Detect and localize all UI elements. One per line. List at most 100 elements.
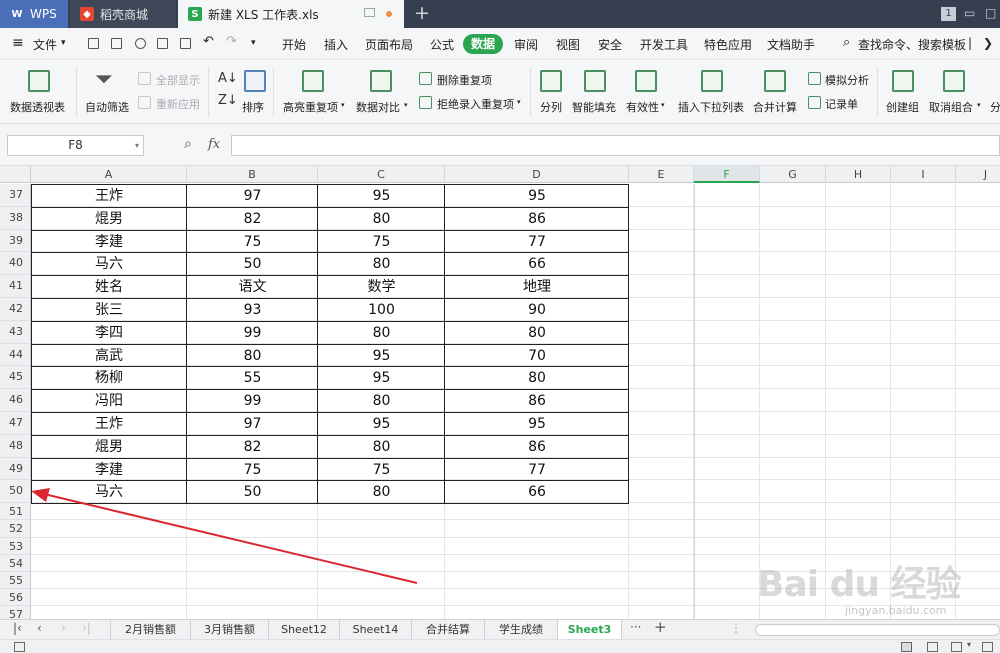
column-header-j[interactable]: J xyxy=(956,166,1000,183)
grid-cell[interactable] xyxy=(629,434,694,458)
first-sheet-icon[interactable]: |‹ xyxy=(13,621,22,635)
data-compare-button[interactable]: 数据对比 xyxy=(356,99,400,115)
grid-cell[interactable] xyxy=(445,503,629,521)
column-header-b[interactable]: B xyxy=(187,166,318,183)
grid-cell[interactable] xyxy=(956,366,1000,390)
grid-cell[interactable] xyxy=(760,298,826,321)
row-header[interactable]: 53 xyxy=(0,537,31,555)
row-header[interactable]: 47 xyxy=(0,412,31,435)
sheet-tab-sheet14[interactable]: Sheet14 xyxy=(340,620,412,639)
grid-cell[interactable] xyxy=(445,554,629,572)
grid-cell[interactable] xyxy=(760,457,826,481)
chevron-right-icon[interactable]: ❯ xyxy=(983,36,993,50)
table-cell-b[interactable]: 97 xyxy=(187,186,318,207)
grid-cell[interactable] xyxy=(956,207,1000,230)
insert-dropdown-button[interactable]: 插入下拉列表 xyxy=(678,99,744,115)
grid-cell[interactable] xyxy=(760,503,826,521)
grid-cell[interactable] xyxy=(318,520,445,538)
table-cell-b[interactable]: 82 xyxy=(187,437,318,458)
grid-cell[interactable] xyxy=(760,229,826,253)
grid-cell[interactable] xyxy=(956,589,1000,607)
more-sheets-icon[interactable]: ··· xyxy=(630,620,641,634)
table-cell-b[interactable]: 93 xyxy=(187,300,318,321)
sort-button[interactable]: 排序 xyxy=(242,99,264,115)
last-sheet-icon[interactable]: ›| xyxy=(82,621,91,635)
column-header-g[interactable]: G xyxy=(760,166,826,183)
row-header[interactable]: 52 xyxy=(0,520,31,538)
grid-cell[interactable] xyxy=(826,434,891,458)
table-cell-d[interactable]: 95 xyxy=(445,186,629,207)
table-cell-d[interactable]: 70 xyxy=(445,346,629,367)
grid-cell[interactable] xyxy=(629,389,694,412)
chevron-down-icon[interactable]: ▾ xyxy=(517,98,521,106)
save-icon[interactable] xyxy=(111,38,122,49)
menu-page-layout[interactable]: 页面布局 xyxy=(365,36,413,53)
grid-cell[interactable] xyxy=(826,366,891,390)
chevron-down-icon[interactable]: ▾ xyxy=(341,101,345,109)
grid-cell[interactable] xyxy=(760,389,826,412)
grid-cell[interactable] xyxy=(760,480,826,504)
grid-cell[interactable] xyxy=(826,412,891,435)
macro-record-icon[interactable] xyxy=(14,642,25,652)
grid-cell[interactable] xyxy=(956,252,1000,276)
table-cell-b[interactable]: 97 xyxy=(187,414,318,435)
grid-cell[interactable] xyxy=(629,184,694,207)
row-header[interactable]: 48 xyxy=(0,434,31,458)
grid-cell[interactable] xyxy=(629,252,694,276)
reading-mode-icon[interactable] xyxy=(982,642,993,652)
grid-cell[interactable] xyxy=(956,520,1000,538)
table-cell-b[interactable]: 80 xyxy=(187,346,318,367)
row-header[interactable]: 39 xyxy=(0,229,31,253)
grid-cell[interactable] xyxy=(891,298,956,321)
grid-cell[interactable] xyxy=(891,434,956,458)
menu-review[interactable]: 审阅 xyxy=(514,36,538,53)
grid-cell[interactable] xyxy=(956,321,1000,344)
tab-document[interactable]: S 新建 XLS 工作表.xls xyxy=(178,0,404,28)
grid-cell[interactable] xyxy=(826,275,891,298)
hamburger-menu-icon[interactable]: ≡ xyxy=(12,35,24,51)
tab-wps[interactable]: W WPS xyxy=(0,0,68,28)
sort-descending-icon[interactable]: Z↓ xyxy=(218,93,238,108)
grid-cell[interactable] xyxy=(956,184,1000,207)
table-cell-c[interactable]: 95 xyxy=(318,414,445,435)
grid-cell[interactable] xyxy=(318,554,445,572)
page-break-view-icon[interactable] xyxy=(951,642,962,652)
sheet-tab-feb-sales[interactable]: 2月销售额 xyxy=(110,620,191,639)
table-cell-a[interactable]: 冯阳 xyxy=(31,391,187,412)
row-header[interactable]: 45 xyxy=(0,366,31,390)
table-cell-d[interactable]: 90 xyxy=(445,300,629,321)
table-cell-d[interactable]: 86 xyxy=(445,437,629,458)
grid-cell[interactable] xyxy=(629,366,694,390)
table-cell-b[interactable]: 语文 xyxy=(187,277,318,298)
table-cell-a[interactable]: 李四 xyxy=(31,323,187,344)
grid-cell[interactable] xyxy=(891,343,956,367)
reject-duplicates-button[interactable]: 拒绝录入重复项 xyxy=(437,96,514,112)
table-cell-d[interactable]: 80 xyxy=(445,323,629,344)
grid-cell[interactable] xyxy=(956,435,1000,458)
sheet-tab-merged-settlement[interactable]: 合并结算 xyxy=(412,620,485,639)
table-cell-b[interactable]: 75 xyxy=(187,460,318,481)
grid-cell[interactable] xyxy=(445,520,629,538)
table-cell-a[interactable]: 李建 xyxy=(31,460,187,481)
chevron-down-icon[interactable]: ▾ xyxy=(61,38,66,48)
grid-cell[interactable] xyxy=(956,298,1000,321)
grid-cell[interactable] xyxy=(826,503,891,521)
column-header-i[interactable]: I xyxy=(891,166,956,183)
grid-cell[interactable] xyxy=(826,252,891,276)
column-header-c[interactable]: C xyxy=(318,166,445,183)
grid-cell[interactable] xyxy=(760,343,826,367)
menu-security[interactable]: 安全 xyxy=(598,36,622,53)
quick-access-more-icon[interactable]: ▾ xyxy=(251,38,256,48)
row-header[interactable]: 55 xyxy=(0,572,31,590)
grid-cell[interactable] xyxy=(445,537,629,555)
grid-cell[interactable] xyxy=(629,537,694,555)
chevron-down-icon[interactable]: ▾ xyxy=(967,640,971,649)
grid-cell[interactable] xyxy=(629,520,694,538)
grid-cell[interactable] xyxy=(891,252,956,276)
table-cell-c[interactable]: 80 xyxy=(318,323,445,344)
grid-cell[interactable] xyxy=(187,606,318,619)
row-header[interactable]: 40 xyxy=(0,252,31,276)
grid-cell[interactable] xyxy=(31,537,187,555)
redo-icon[interactable]: ↷ xyxy=(226,34,237,49)
grid-cell[interactable] xyxy=(760,434,826,458)
